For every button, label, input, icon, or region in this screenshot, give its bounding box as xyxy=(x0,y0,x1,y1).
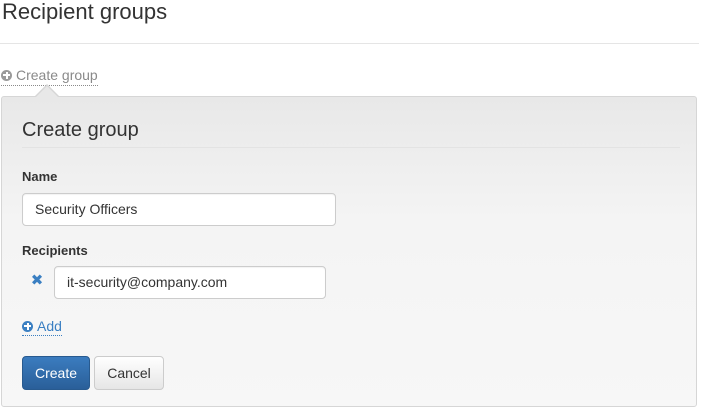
panel-divider xyxy=(22,147,680,148)
add-recipient-link[interactable]: Add xyxy=(22,318,62,336)
create-button[interactable]: Create xyxy=(22,356,90,390)
plus-circle-icon xyxy=(1,69,12,81)
recipients-label: Recipients xyxy=(22,243,88,258)
recipient-email-input[interactable]: it-security@company.com xyxy=(54,266,326,299)
title-divider xyxy=(0,43,699,44)
create-group-panel: Create group Name Security Officers Reci… xyxy=(1,96,697,407)
cancel-button[interactable]: Cancel xyxy=(94,356,164,390)
add-recipient-label: Add xyxy=(37,318,62,334)
plus-circle-icon xyxy=(22,320,33,332)
remove-recipient-icon[interactable]: ✖ xyxy=(30,273,44,288)
name-label: Name xyxy=(22,169,58,184)
create-group-toggle-label: Create group xyxy=(16,67,98,83)
name-input[interactable]: Security Officers xyxy=(22,193,336,226)
page-title: Recipient groups xyxy=(2,0,168,24)
create-group-toggle-link[interactable]: Create group xyxy=(1,66,98,86)
panel-heading: Create group xyxy=(22,119,139,141)
panel-caret-fill xyxy=(36,86,58,97)
